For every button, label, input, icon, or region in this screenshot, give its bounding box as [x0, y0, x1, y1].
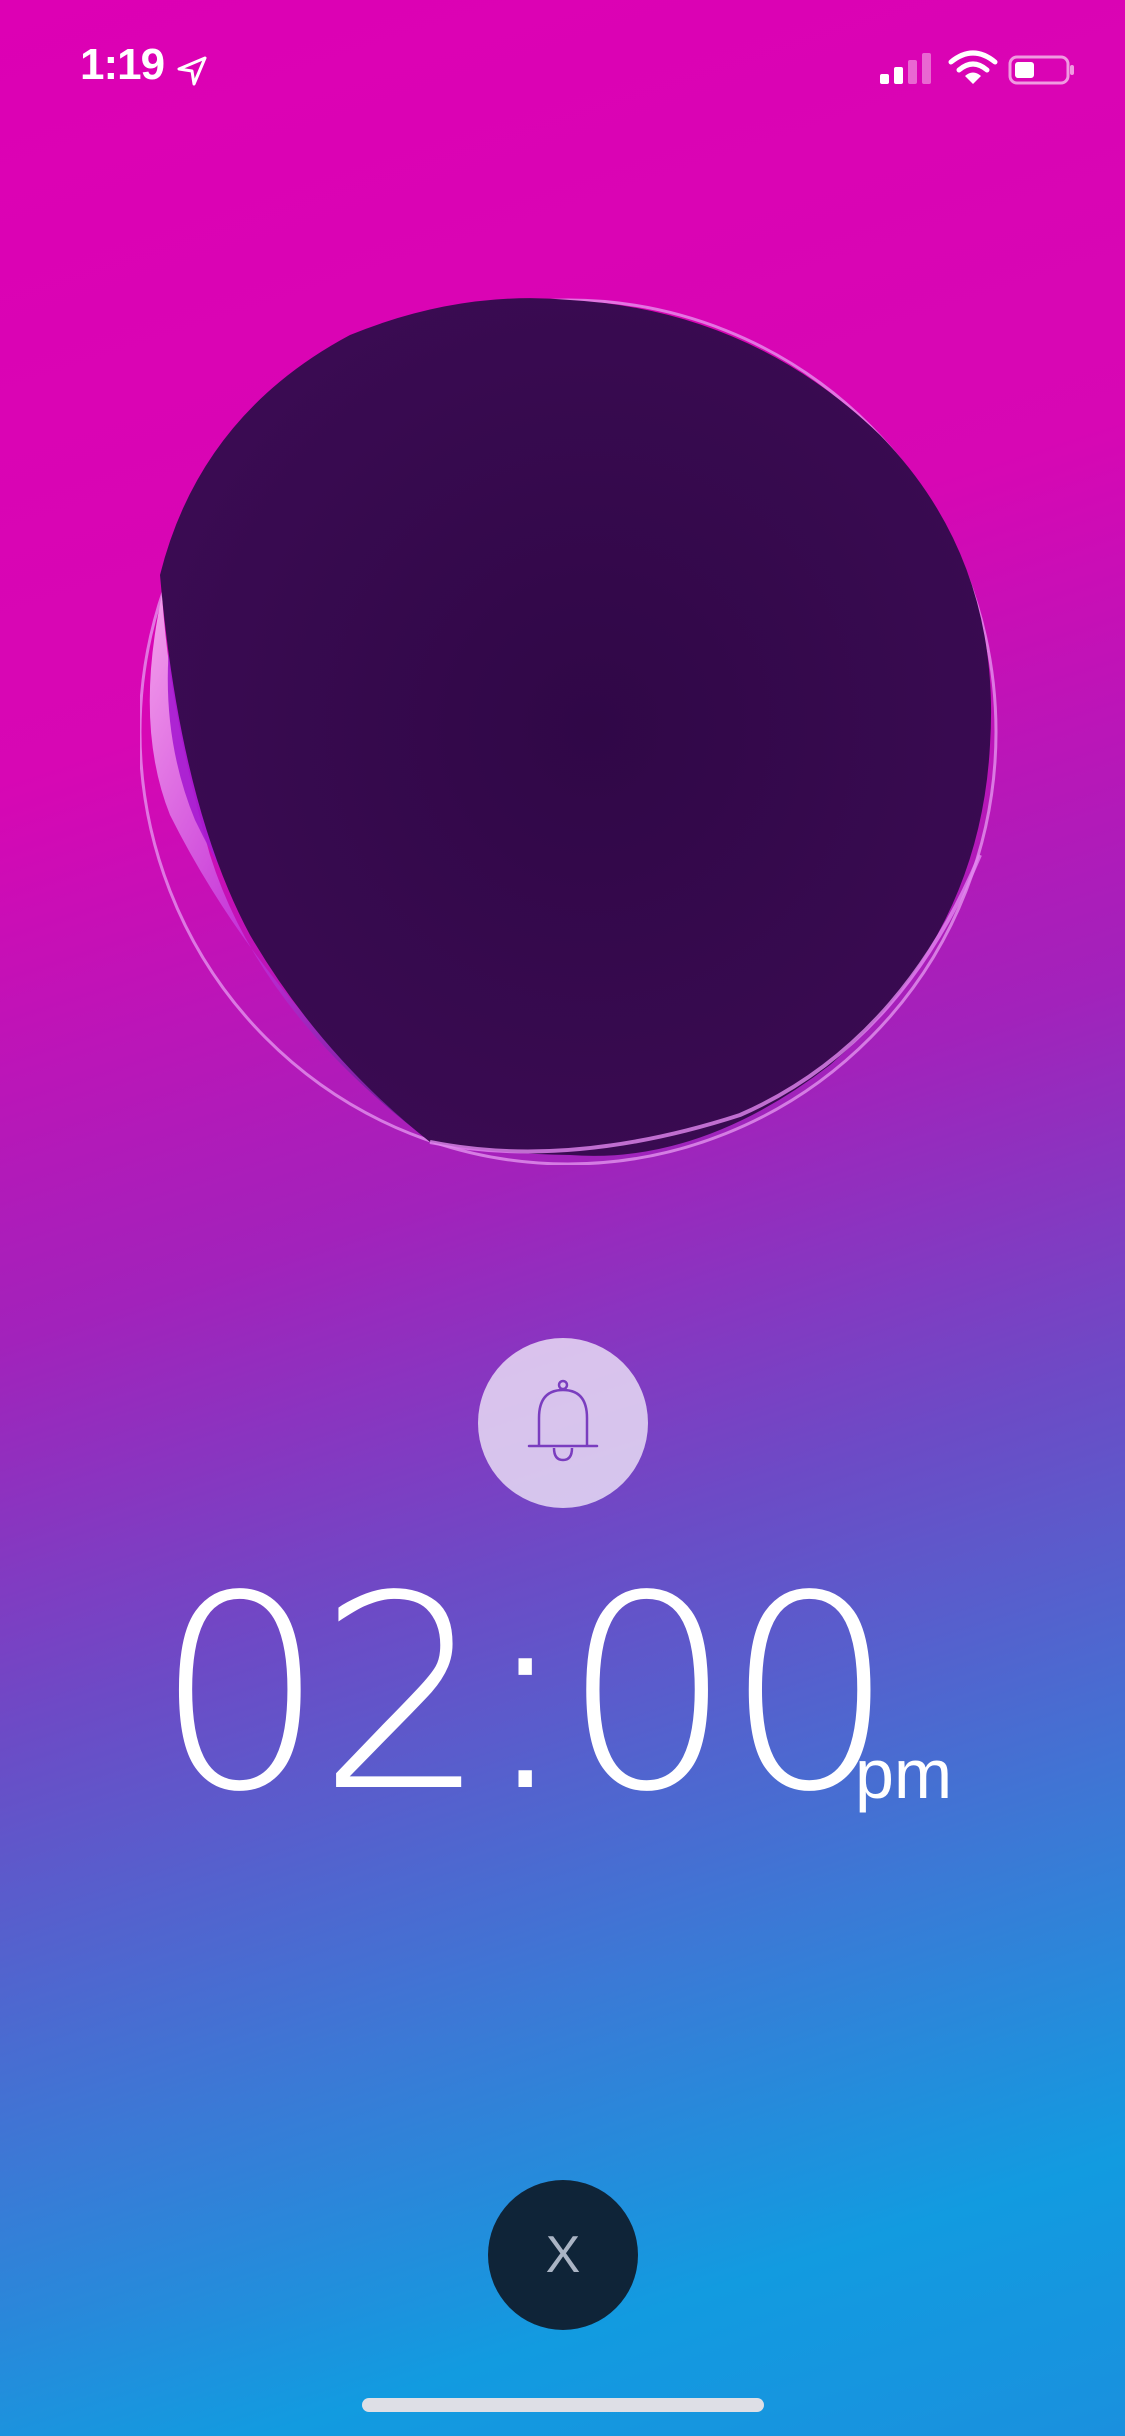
status-bar: 1:19: [0, 0, 1125, 135]
location-arrow-icon: [175, 54, 209, 88]
status-time: 1:19: [80, 40, 165, 89]
home-indicator[interactable]: [362, 2398, 764, 2412]
alarm-time-value: 02:00: [155, 1539, 895, 1851]
battery-icon: [1008, 54, 1076, 86]
wifi-icon: [948, 50, 998, 86]
alarm-disc: [140, 295, 1000, 1165]
alarm-time-meridiem: pm: [855, 1735, 953, 1813]
alarm-time-display: 02:00 pm: [0, 1560, 1125, 1830]
cellular-signal-icon: [878, 52, 934, 86]
alarm-bell-button[interactable]: [478, 1338, 648, 1508]
dismiss-button[interactable]: X: [488, 2180, 638, 2330]
bell-icon: [527, 1379, 599, 1462]
